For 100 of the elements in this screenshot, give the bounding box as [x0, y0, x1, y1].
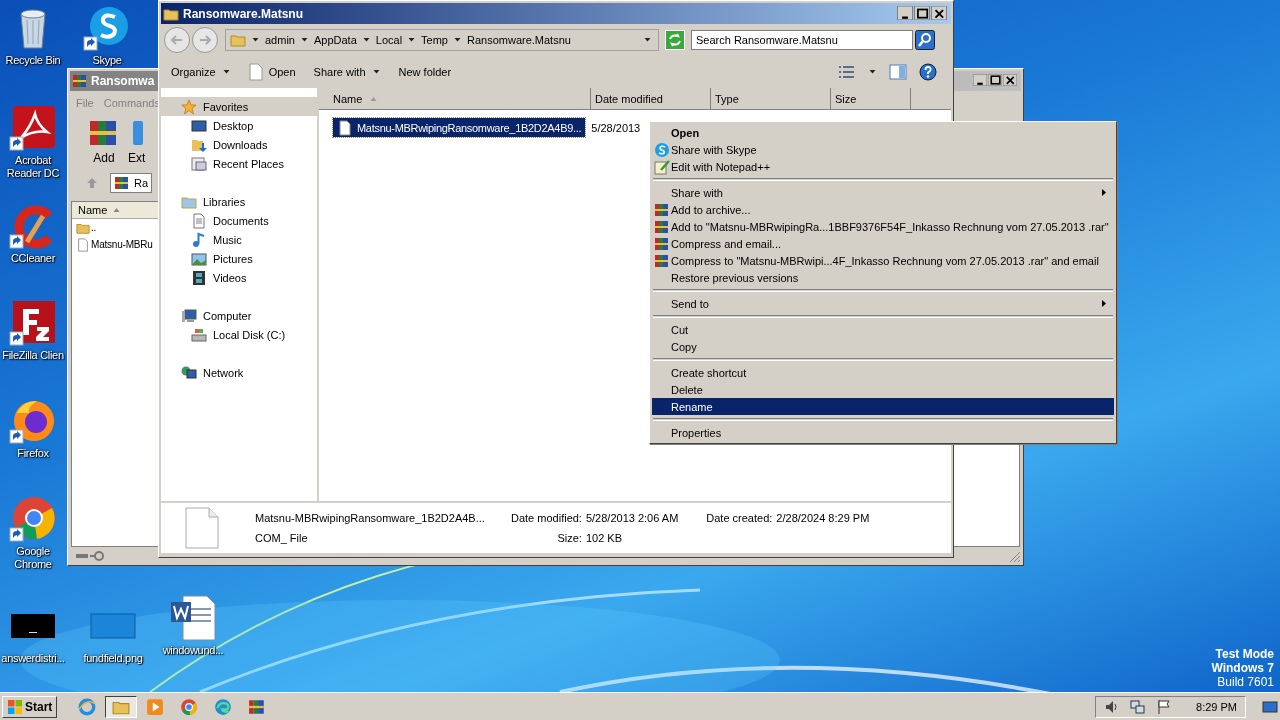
breadcrumb-arrow-icon[interactable] — [408, 38, 416, 42]
file-icon — [248, 63, 263, 81]
toolbar-label[interactable]: Ext — [128, 151, 146, 165]
document-icon[interactable] — [169, 594, 217, 642]
menu-item[interactable]: Add to archive... — [652, 201, 1114, 218]
file-row[interactable]: Matsnu-MBRwipingRansomware_1B2D2A4B9... — [333, 118, 586, 137]
minimize-button[interactable] — [897, 5, 913, 20]
desktop-icon-label[interactable]: Recycle Bin — [5, 54, 61, 67]
breadcrumb-item[interactable]: AppData — [313, 34, 357, 46]
minimize-button[interactable] — [973, 74, 987, 86]
desktop-icon-label[interactable]: Firefox — [17, 447, 49, 460]
detail-label: Size: — [556, 532, 582, 544]
menu-item[interactable]: Edit with Notepad++ — [652, 158, 1114, 175]
menu-item[interactable]: Share with Skype — [652, 141, 1114, 158]
nav-item[interactable]: Computer — [161, 306, 317, 325]
nav-item[interactable]: Documents — [161, 211, 317, 230]
nav-item[interactable]: Pictures — [161, 249, 317, 268]
file-icon — [185, 507, 219, 549]
menu-item[interactable]: Restore previous versions — [652, 269, 1114, 286]
taskbar-button[interactable] — [105, 695, 138, 718]
desktop-icon-label[interactable]: FileZilla Clien — [2, 349, 64, 362]
breadcrumb-item[interactable]: Ransomware.Matsnu — [467, 34, 571, 46]
menu-item[interactable]: Rename — [652, 398, 1114, 415]
clock[interactable]: 8:29 PM — [1196, 700, 1237, 713]
menu-item[interactable]: Delete — [652, 381, 1114, 398]
circle-logo-icon[interactable] — [83, 4, 131, 52]
menu-item[interactable]: Add to "Matsnu-MBRwipingRa...1BBF9376F54F_Inkasso Rechnung vom 27.05.2013 .rar" — [652, 218, 1114, 235]
browser-e-icon — [78, 697, 97, 716]
close-button[interactable] — [931, 5, 947, 20]
nav-item[interactable]: Downloads — [161, 135, 317, 154]
column-header[interactable]: Size — [831, 88, 911, 110]
nav-item[interactable]: Local Disk (C:) — [161, 325, 317, 344]
maximize-button[interactable] — [988, 74, 1002, 86]
help-icon[interactable] — [919, 63, 937, 81]
breadcrumb-arrow-icon[interactable] — [252, 38, 259, 42]
breadcrumb-item[interactable]: Local — [375, 34, 403, 46]
breadcrumb-arrow-icon[interactable] — [362, 38, 370, 42]
desktop-icon-label[interactable]: Skype — [92, 54, 122, 67]
toolbar-button[interactable]: Open — [246, 61, 298, 83]
maximize-button[interactable] — [914, 5, 930, 20]
dropdown-arrow-icon[interactable] — [644, 38, 651, 42]
column-header[interactable]: Date modified — [591, 88, 711, 110]
drive-key-icon — [75, 551, 105, 561]
breadcrumb-arrow-icon[interactable] — [300, 38, 308, 42]
nav-item[interactable]: Network — [161, 363, 317, 382]
file-icon — [337, 119, 353, 136]
view-list-icon[interactable] — [838, 65, 856, 79]
dropdown-arrow-icon[interactable] — [869, 70, 876, 74]
toolbar-button[interactable]: Share with — [311, 64, 383, 80]
nav-item[interactable]: Recent Places — [161, 154, 317, 173]
menu-item[interactable]: Cut — [652, 321, 1114, 338]
column-header[interactable]: Name — [319, 88, 591, 110]
network-icon[interactable] — [1130, 698, 1147, 715]
refresh-button[interactable] — [665, 30, 685, 50]
flag-icon[interactable] — [1156, 698, 1173, 715]
menu-item[interactable]: Open — [652, 124, 1114, 141]
search-button[interactable] — [915, 30, 935, 50]
ring-logo-icon[interactable] — [9, 495, 57, 543]
menu-item[interactable]: Share with — [652, 184, 1114, 201]
nav-item[interactable]: Libraries — [161, 192, 317, 211]
nav-item[interactable]: Music — [161, 230, 317, 249]
file-name: Matsnu-MBRwipingRansomware_1B2D2A4B... — [255, 512, 486, 524]
nav-item[interactable]: Videos — [161, 268, 317, 287]
desktop-icon-label[interactable]: CCleaner — [10, 252, 56, 265]
desktop-icon-label[interactable]: Acrobat Reader DC — [0, 154, 66, 180]
toolbar-label[interactable]: Add — [93, 151, 115, 165]
column-header[interactable]: Type — [711, 88, 831, 110]
desktop-icon-label[interactable]: Google Chrome — [0, 545, 66, 571]
nav-item[interactable]: Desktop — [161, 116, 317, 135]
system-notice-text: Test Mode — [1214, 647, 1274, 661]
close-button[interactable] — [1003, 74, 1017, 86]
archive-books-icon — [654, 218, 670, 235]
show-desktop-button[interactable] — [1262, 698, 1278, 715]
square-logo-icon[interactable] — [9, 104, 57, 152]
notepad-icon — [654, 158, 670, 175]
toolbar-button[interactable]: Organize — [169, 64, 233, 80]
menu-item[interactable]: Create shortcut — [652, 364, 1114, 381]
music-note-icon — [191, 231, 207, 248]
detail-value: 102 KB — [585, 532, 624, 544]
address-field[interactable]: Ra — [110, 173, 153, 193]
address-bar[interactable]: admin AppData Local Temp Ransomware.Matsnu — [225, 29, 659, 51]
menu-item[interactable]: Copy — [652, 338, 1114, 355]
breadcrumb-item[interactable]: admin — [265, 34, 295, 46]
window-title: Ransomwa — [91, 74, 155, 88]
column-header[interactable]: Name — [72, 202, 158, 219]
search-field[interactable]: Search Ransomware.Matsnu — [691, 30, 913, 50]
file-name[interactable]: Matsnu-MBRu — [91, 239, 153, 250]
menu-item[interactable]: Send to — [652, 295, 1114, 312]
square-logo-icon[interactable] — [9, 299, 57, 347]
archive-books-icon — [72, 73, 88, 89]
menu-item[interactable]: Compress to "Matsnu-MBRwipi...4F_Inkasso Rechnung vom 27.05.2013 .rar" and email — [652, 252, 1114, 269]
menu-item[interactable]: Properties — [652, 424, 1114, 441]
menu-item[interactable]: Compress and email... — [652, 235, 1114, 252]
breadcrumb-item[interactable]: Temp — [421, 34, 448, 46]
start-button[interactable]: Start — [2, 695, 58, 718]
file-name[interactable]: .. — [91, 222, 97, 233]
toolbar-button[interactable]: New folder — [396, 64, 454, 80]
nav-item[interactable]: Favorites — [161, 97, 317, 116]
breadcrumb-arrow-icon[interactable] — [454, 38, 461, 42]
ring-logo-icon — [180, 697, 199, 716]
